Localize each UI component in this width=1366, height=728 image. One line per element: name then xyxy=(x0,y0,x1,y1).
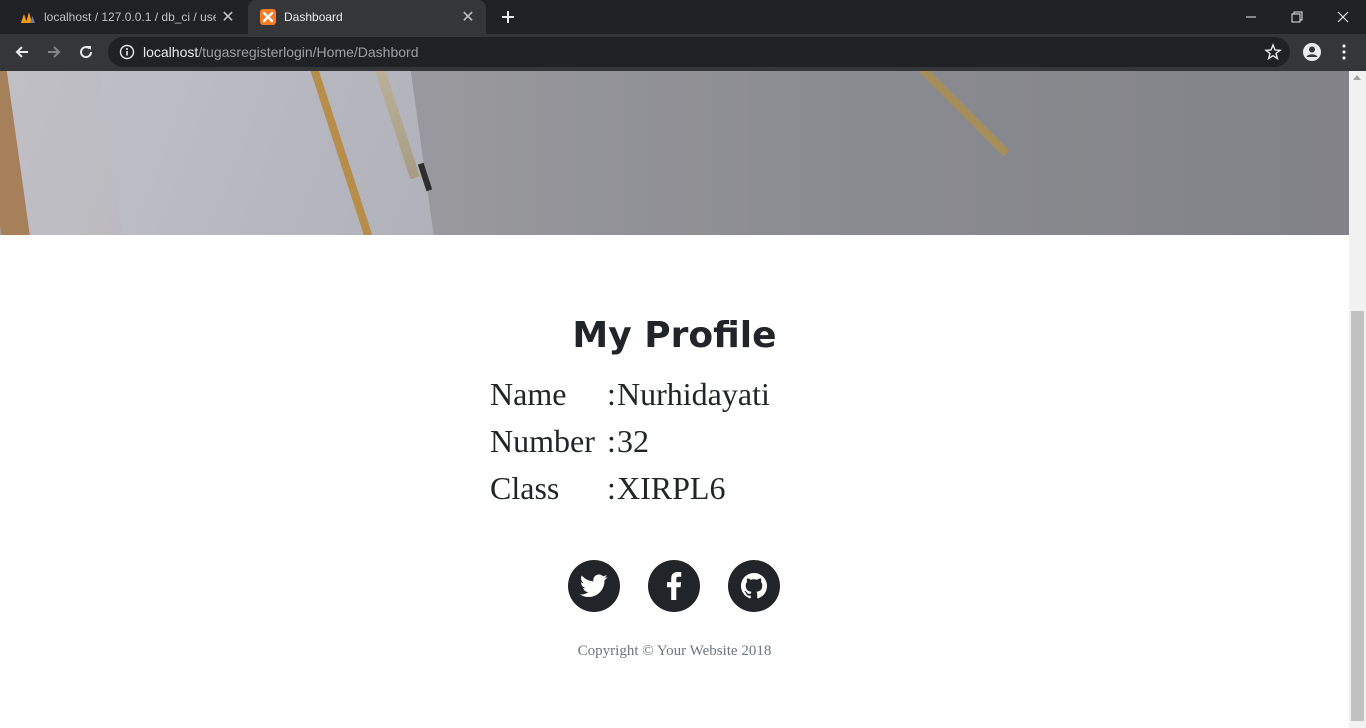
tab-phpmyadmin[interactable]: localhost / 127.0.0.1 / db_ci / user ✕ xyxy=(8,0,246,34)
url-path: /tugasregisterlogin/Home/Dashbord xyxy=(198,44,419,60)
row-label: Class xyxy=(490,470,560,506)
star-icon[interactable] xyxy=(1264,43,1282,61)
phpmyadmin-icon xyxy=(20,9,36,25)
minimize-button[interactable] xyxy=(1228,0,1274,34)
close-window-button[interactable] xyxy=(1320,0,1366,34)
close-icon[interactable]: ✕ xyxy=(216,5,240,29)
scroll-up-icon[interactable] xyxy=(1353,75,1361,80)
tab-dashboard[interactable]: Dashboard ✕ xyxy=(248,0,486,34)
profile-row-name: Name : Nurhidayati xyxy=(490,371,770,418)
tab-strip: localhost / 127.0.0.1 / db_ci / user ✕ D… xyxy=(0,0,1366,34)
tab-title: localhost / 127.0.0.1 / db_ci / user xyxy=(44,10,216,24)
profile-details: Name : Nurhidayati Number : 32 Class : X… xyxy=(490,371,770,512)
row-colon: : xyxy=(607,470,616,506)
tab-title: Dashboard xyxy=(284,10,343,24)
restore-button[interactable] xyxy=(1274,0,1320,34)
address-bar[interactable]: localhost/tugasregisterlogin/Home/Dashbo… xyxy=(108,37,1290,67)
close-icon[interactable]: ✕ xyxy=(456,5,480,29)
twitter-icon xyxy=(580,574,608,597)
twitter-button[interactable] xyxy=(568,560,620,612)
hero-image xyxy=(0,71,1349,235)
new-tab-button[interactable] xyxy=(496,5,520,29)
row-value: XIRPL6 xyxy=(617,470,726,506)
forward-button[interactable] xyxy=(40,38,68,66)
profile-row-class: Class : XIRPL6 xyxy=(490,465,770,512)
social-links xyxy=(568,560,780,612)
page-scrollbar[interactable] xyxy=(1349,71,1366,728)
reload-button[interactable] xyxy=(72,38,100,66)
row-value: Nurhidayati xyxy=(617,376,770,412)
page-title: My Profile xyxy=(572,315,777,356)
copyright-text: Copyright © Your Website 2018 xyxy=(577,643,772,659)
xampp-icon xyxy=(260,9,276,25)
back-button[interactable] xyxy=(8,38,36,66)
browser-toolbar: localhost/tugasregisterlogin/Home/Dashbo… xyxy=(0,34,1366,71)
url-text: localhost/tugasregisterlogin/Home/Dashbo… xyxy=(143,44,419,60)
row-colon: : xyxy=(607,423,616,459)
url-host: localhost xyxy=(143,44,199,60)
row-value: 32 xyxy=(617,423,649,459)
github-button[interactable] xyxy=(728,560,780,612)
row-label: Name xyxy=(490,376,567,412)
row-colon: : xyxy=(607,376,616,412)
menu-icon[interactable] xyxy=(1330,38,1358,66)
profile-row-number: Number : 32 xyxy=(490,418,770,465)
scrollbar-thumb[interactable] xyxy=(1351,311,1364,721)
account-icon[interactable] xyxy=(1298,38,1326,66)
info-icon[interactable] xyxy=(119,44,135,60)
facebook-button[interactable] xyxy=(648,560,700,612)
facebook-icon xyxy=(667,572,682,600)
row-label: Number xyxy=(490,423,595,459)
github-icon xyxy=(741,573,767,599)
page-viewport: My Profile Name : Nurhidayati Number : 3… xyxy=(0,71,1349,728)
